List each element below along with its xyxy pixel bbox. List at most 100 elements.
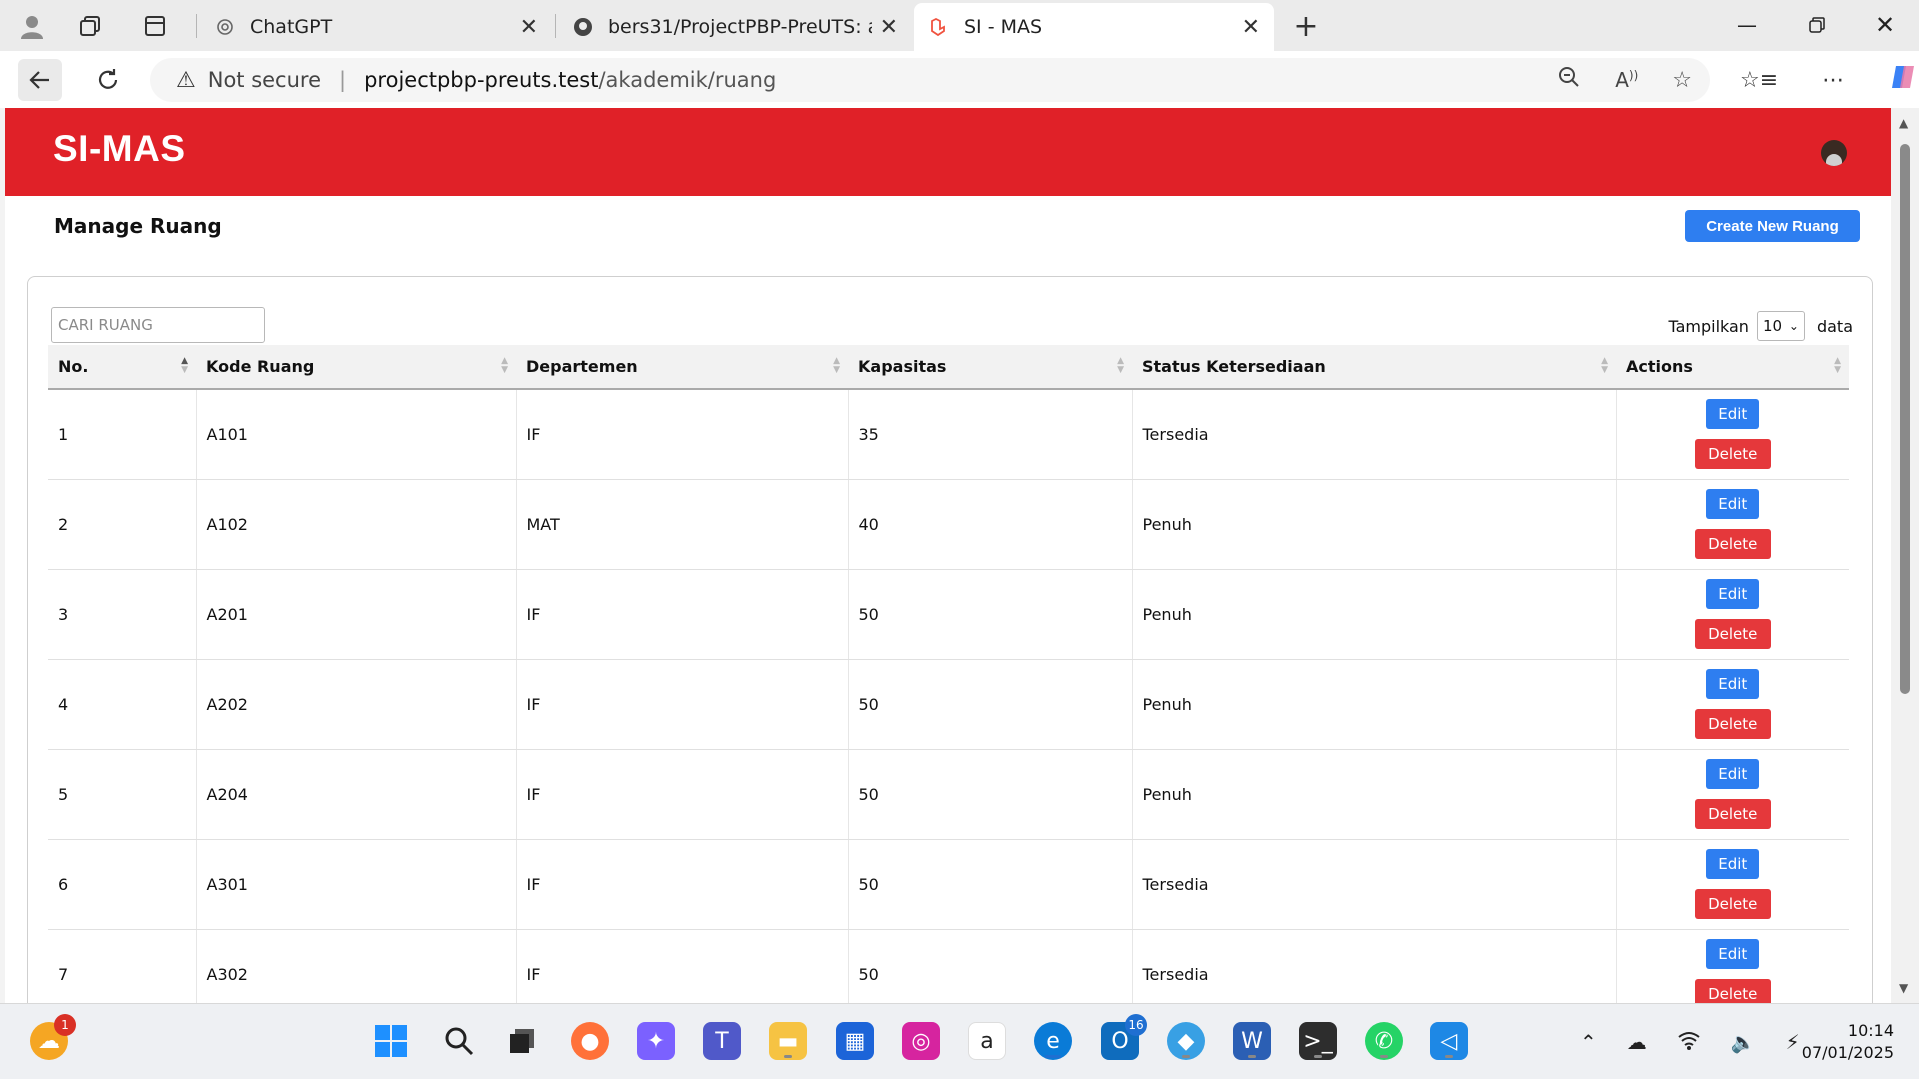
column-header-actions[interactable]: Actions ▲ ▼ xyxy=(1616,345,1849,390)
copilot-icon[interactable] xyxy=(1888,62,1918,98)
whatsapp-icon[interactable]: ✆ xyxy=(1365,1022,1403,1060)
sort-icon: ▲ ▼ xyxy=(1117,356,1124,375)
battery-icon[interactable]: ⚡ xyxy=(1786,1030,1800,1054)
search-icon[interactable] xyxy=(440,1022,478,1060)
scroll-down-icon[interactable]: ▼ xyxy=(1899,981,1908,995)
cell-status: Penuh xyxy=(1132,749,1617,840)
delete-button[interactable]: Delete xyxy=(1694,619,1771,649)
cell-departemen: IF xyxy=(516,929,849,1003)
wifi-icon[interactable] xyxy=(1677,1030,1701,1055)
edit-button[interactable]: Edit xyxy=(1706,939,1760,969)
edge-icon[interactable]: e xyxy=(1034,1022,1072,1060)
cell-departemen: IF xyxy=(516,839,849,930)
close-window-icon[interactable]: ✕ xyxy=(1860,6,1910,44)
browser-tab-bar: ChatGPT ✕ bers31/ProjectPBP-PreUTS: ahih… xyxy=(0,0,1919,51)
sort-icon: ▲ ▼ xyxy=(501,356,508,375)
delete-button[interactable]: Delete xyxy=(1694,889,1771,919)
restore-icon[interactable] xyxy=(1792,6,1842,44)
tab-chatgpt[interactable]: ChatGPT ✕ xyxy=(200,3,552,51)
page-length-control: Tampilkan 10 ⌄ data xyxy=(1668,311,1853,341)
page-length-select[interactable]: 10 ⌄ xyxy=(1756,311,1805,341)
close-tab-icon[interactable]: ✕ xyxy=(520,15,538,40)
edit-button[interactable]: Edit xyxy=(1706,399,1760,430)
edit-button[interactable]: Edit xyxy=(1706,579,1760,609)
read-aloud-icon[interactable]: A)) xyxy=(1615,68,1638,92)
more-options-icon[interactable]: ⋯ xyxy=(1822,68,1844,93)
word-icon[interactable]: W xyxy=(1233,1022,1271,1060)
system-clock[interactable]: 10:14 07/01/2025 xyxy=(1802,1020,1894,1064)
vertical-tabs-icon[interactable] xyxy=(137,8,173,44)
outlook-icon[interactable]: O 16 xyxy=(1101,1014,1147,1060)
firefox-icon[interactable]: ● xyxy=(571,1022,609,1060)
search-input[interactable] xyxy=(51,307,265,343)
tab-github[interactable]: bers31/ProjectPBP-PreUTS: ahihi ✕ xyxy=(558,3,912,51)
cell-kode-ruang: A102 xyxy=(196,479,517,570)
edit-button[interactable]: Edit xyxy=(1706,669,1760,699)
chevron-up-icon[interactable]: ⌃ xyxy=(1580,1030,1597,1054)
table-row: 5 A204 IF 50 Penuh Edit Delete xyxy=(48,749,1849,840)
length-prefix: Tampilkan xyxy=(1668,316,1749,336)
refresh-button[interactable] xyxy=(86,59,130,101)
new-tab-icon[interactable]: + xyxy=(1288,8,1324,44)
volume-icon[interactable]: 🔈 xyxy=(1731,1030,1756,1054)
favorite-star-icon[interactable]: ☆ xyxy=(1672,68,1692,93)
copilot-app-icon[interactable]: ✦ xyxy=(637,1022,675,1060)
tab-title: bers31/ProjectPBP-PreUTS: ahihi xyxy=(608,16,872,38)
scroll-up-icon[interactable]: ▲ xyxy=(1899,116,1908,130)
instagram-icon[interactable]: ◎ xyxy=(902,1022,940,1060)
terminal-icon[interactable]: >_ xyxy=(1299,1022,1337,1060)
app-icon[interactable]: ◆ xyxy=(1167,1022,1205,1060)
workspaces-icon[interactable] xyxy=(72,8,108,44)
back-button[interactable] xyxy=(18,59,62,101)
minimize-icon[interactable]: — xyxy=(1722,6,1772,44)
amazon-icon[interactable]: a xyxy=(968,1022,1006,1060)
url-path: /akademik/ruang xyxy=(598,68,777,92)
vscode-icon[interactable]: ◁ xyxy=(1430,1022,1468,1060)
close-tab-icon[interactable]: ✕ xyxy=(1242,15,1260,40)
profile-icon[interactable] xyxy=(14,8,50,44)
edit-button[interactable]: Edit xyxy=(1706,489,1760,519)
avatar[interactable] xyxy=(1821,140,1847,166)
app-title[interactable]: SI-MAS xyxy=(53,128,186,170)
security-label[interactable]: Not secure xyxy=(208,68,321,92)
weather-icon[interactable]: ☁ 1 xyxy=(30,1014,76,1060)
column-header-kode-ruang[interactable]: Kode Ruang ▲ ▼ xyxy=(196,345,516,390)
file-explorer-icon[interactable]: ▬ xyxy=(769,1022,807,1060)
address-bar[interactable]: ⚠ Not secure | projectpbp-preuts.test/ak… xyxy=(150,58,1710,102)
table-header-row: No. ▲ ▼ Kode Ruang ▲ ▼ Departemen ▲ ▼ Kapasita… xyxy=(48,345,1849,390)
edit-button[interactable]: Edit xyxy=(1706,849,1760,879)
sort-asc-icon: ▲ ▼ xyxy=(181,356,188,375)
delete-button[interactable]: Delete xyxy=(1694,439,1771,470)
delete-button[interactable]: Delete xyxy=(1694,529,1771,559)
column-header-status[interactable]: Status Ketersediaan ▲ ▼ xyxy=(1132,345,1616,390)
cell-actions: Edit Delete xyxy=(1616,479,1849,570)
column-header-no[interactable]: No. ▲ ▼ xyxy=(48,345,196,390)
zoom-out-icon[interactable] xyxy=(1557,65,1581,95)
delete-button[interactable]: Delete xyxy=(1694,979,1771,1003)
cell-no: 6 xyxy=(48,839,197,930)
warning-icon[interactable]: ⚠ xyxy=(176,68,196,93)
chatgpt-icon xyxy=(214,16,236,38)
create-new-ruang-button[interactable]: Create New Ruang xyxy=(1685,210,1860,242)
onedrive-icon[interactable]: ☁ xyxy=(1627,1030,1647,1054)
teams-icon[interactable]: T xyxy=(703,1022,741,1060)
scroll-thumb[interactable] xyxy=(1900,144,1910,694)
cell-departemen: IF xyxy=(516,569,849,660)
cell-kode-ruang: A201 xyxy=(196,569,517,660)
start-icon[interactable] xyxy=(372,1022,410,1060)
close-tab-icon[interactable]: ✕ xyxy=(880,15,898,40)
column-header-departemen[interactable]: Departemen ▲ ▼ xyxy=(516,345,848,390)
delete-button[interactable]: Delete xyxy=(1694,709,1771,739)
column-header-kapasitas[interactable]: Kapasitas ▲ ▼ xyxy=(848,345,1132,390)
cell-departemen: IF xyxy=(516,659,849,750)
vertical-scrollbar[interactable]: ▲ ▼ xyxy=(1891,108,1919,1003)
microsoft-store-icon[interactable]: ▦ xyxy=(836,1022,874,1060)
tab-si-mas[interactable]: SI - MAS ✕ xyxy=(914,3,1274,51)
delete-button[interactable]: Delete xyxy=(1694,799,1771,829)
column-header-label: Kapasitas xyxy=(858,357,947,376)
cell-no: 7 xyxy=(48,929,197,1003)
favorites-icon[interactable]: ☆≡ xyxy=(1740,68,1778,93)
task-view-icon[interactable] xyxy=(503,1022,541,1060)
tab-title: ChatGPT xyxy=(250,16,333,38)
edit-button[interactable]: Edit xyxy=(1706,759,1760,789)
